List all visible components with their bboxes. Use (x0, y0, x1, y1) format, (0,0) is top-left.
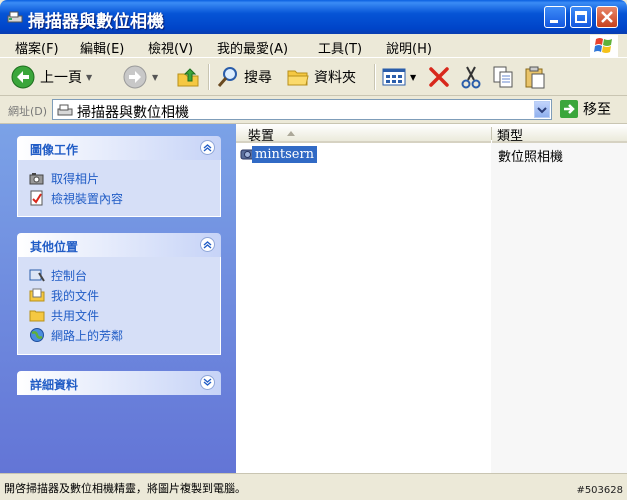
back-label: 上一頁 (40, 70, 82, 86)
maximize-icon (575, 11, 587, 23)
other-places-header[interactable]: 其他位置 (17, 233, 221, 257)
control-panel-icon (29, 269, 45, 282)
chevron-down-icon (537, 107, 547, 114)
forward-button[interactable]: ▼ (122, 58, 158, 96)
cut-button[interactable] (461, 58, 481, 96)
collapse-icon[interactable] (200, 237, 215, 252)
file-list-view[interactable]: 裝置 類型 mintsern的 iPad 數位照相機 (236, 124, 627, 473)
copy-button[interactable] (492, 58, 514, 96)
copy-icon (493, 66, 513, 88)
minimize-button[interactable] (544, 6, 566, 28)
other-places-group: 其他位置 控制台 我的文件 共用文件 網路上的芳鄰 (17, 233, 221, 355)
close-icon (601, 11, 613, 23)
expand-icon[interactable] (200, 375, 215, 390)
address-field[interactable]: 掃描器與數位相機 (52, 99, 552, 121)
column-device-label: 裝置 (248, 129, 275, 144)
back-button[interactable]: 上一頁 ▼ (10, 58, 92, 96)
imaging-tasks-body: 取得相片 檢視裝置內容 (17, 160, 221, 217)
folders-button[interactable]: 資料夾 (286, 58, 356, 96)
folders-label: 資料夾 (314, 70, 356, 86)
place-control-panel-label: 控制台 (51, 268, 88, 283)
my-documents-icon (29, 288, 45, 302)
place-my-documents-label: 我的文件 (51, 288, 100, 303)
paste-icon (525, 66, 545, 89)
properties-icon (30, 190, 43, 206)
window-title: 掃描器與數位相機 (28, 12, 164, 32)
imaging-tasks-group: 圖像工作 取得相片 檢視裝置內容 (17, 136, 221, 217)
task-pane: 圖像工作 取得相片 檢視裝置內容 其他位置 控制台 我的文件 共用文件 網路上的… (0, 124, 236, 473)
scissors-icon (461, 66, 481, 89)
back-dropdown-icon[interactable]: ▼ (86, 73, 92, 82)
place-control-panel[interactable]: 控制台 (18, 265, 220, 285)
up-folder-button[interactable] (176, 58, 200, 96)
close-button[interactable] (596, 6, 618, 28)
place-shared-documents[interactable]: 共用文件 (18, 305, 220, 325)
collapse-icon[interactable] (200, 140, 215, 155)
title-bar[interactable]: 掃描器與數位相機 (0, 0, 627, 34)
device-name: mintsern的 iPad (252, 146, 318, 179)
column-header-device[interactable]: 裝置 (236, 124, 491, 144)
go-arrow-icon (560, 100, 578, 118)
sort-ascending-icon (287, 131, 295, 136)
scanner-camera-icon (7, 11, 23, 23)
minimize-icon (550, 20, 558, 23)
standard-toolbar: 上一頁 ▼ ▼ 搜尋 資料夾 ▼ (0, 58, 627, 96)
scanner-camera-small-icon (57, 104, 73, 116)
task-view-device-properties-label: 檢視裝置內容 (51, 191, 124, 206)
place-network-places-label: 網路上的芳鄰 (51, 328, 124, 343)
column-type-label: 類型 (497, 129, 524, 144)
status-text: 開啓掃描器及數位相機精靈，將圖片複製到電腦。 (4, 482, 246, 495)
task-get-pictures[interactable]: 取得相片 (18, 168, 220, 188)
forward-arrow-icon (123, 65, 147, 89)
delete-button[interactable] (428, 58, 450, 96)
menu-edit[interactable]: 編輯(E) (80, 38, 124, 57)
column-header-type[interactable]: 類型 (492, 124, 627, 144)
maximize-button[interactable] (570, 6, 592, 28)
up-folder-icon (177, 68, 199, 87)
views-button[interactable]: ▼ (382, 58, 416, 96)
address-dropdown-button[interactable] (534, 101, 550, 118)
other-places-title: 其他位置 (30, 240, 79, 254)
device-type: 數位照相機 (498, 150, 564, 165)
menu-favorites[interactable]: 我的最愛(A) (217, 38, 288, 57)
place-shared-documents-label: 共用文件 (51, 308, 100, 323)
menu-bar: 檔案(F) 編輯(E) 檢視(V) 我的最愛(A) 工具(T) 說明(H) (0, 34, 627, 58)
go-label: 移至 (583, 102, 611, 118)
windows-logo-icon (590, 35, 618, 57)
address-value: 掃描器與數位相機 (77, 105, 189, 121)
search-label: 搜尋 (244, 70, 272, 86)
imaging-tasks-title: 圖像工作 (30, 143, 79, 157)
image-watermark: #503628 (576, 485, 623, 496)
place-network-places[interactable]: 網路上的芳鄰 (18, 325, 220, 345)
search-icon (217, 67, 237, 87)
address-label: 網址(D) (8, 105, 48, 118)
menu-file[interactable]: 檔案(F) (15, 38, 59, 57)
task-get-pictures-label: 取得相片 (51, 171, 100, 186)
menu-view[interactable]: 檢視(V) (148, 38, 193, 57)
address-bar: 網址(D) 掃描器與數位相機 移至 (0, 96, 627, 124)
network-globe-icon (30, 328, 44, 342)
views-icon (382, 68, 406, 86)
menu-help[interactable]: 說明(H) (386, 38, 432, 57)
details-title: 詳細資料 (30, 378, 79, 392)
back-arrow-icon (11, 65, 35, 89)
menu-tools[interactable]: 工具(T) (318, 38, 362, 57)
paste-button[interactable] (524, 58, 546, 96)
imaging-tasks-header[interactable]: 圖像工作 (17, 136, 221, 160)
go-button[interactable]: 移至 (560, 99, 611, 119)
task-view-device-properties[interactable]: 檢視裝置內容 (18, 188, 220, 208)
forward-dropdown-icon[interactable]: ▼ (152, 73, 158, 82)
other-places-body: 控制台 我的文件 共用文件 網路上的芳鄰 (17, 257, 221, 355)
views-dropdown-icon[interactable]: ▼ (410, 73, 416, 82)
details-group: 詳細資料 (17, 371, 221, 395)
shared-folder-icon (29, 310, 45, 322)
details-header[interactable]: 詳細資料 (17, 371, 221, 395)
delete-icon (429, 67, 449, 87)
search-button[interactable]: 搜尋 (216, 58, 272, 96)
folders-icon (287, 70, 309, 86)
camera-icon (29, 173, 44, 185)
status-bar: 開啓掃描器及數位相機精靈，將圖片複製到電腦。 #503628 (0, 473, 627, 500)
place-my-documents[interactable]: 我的文件 (18, 285, 220, 305)
